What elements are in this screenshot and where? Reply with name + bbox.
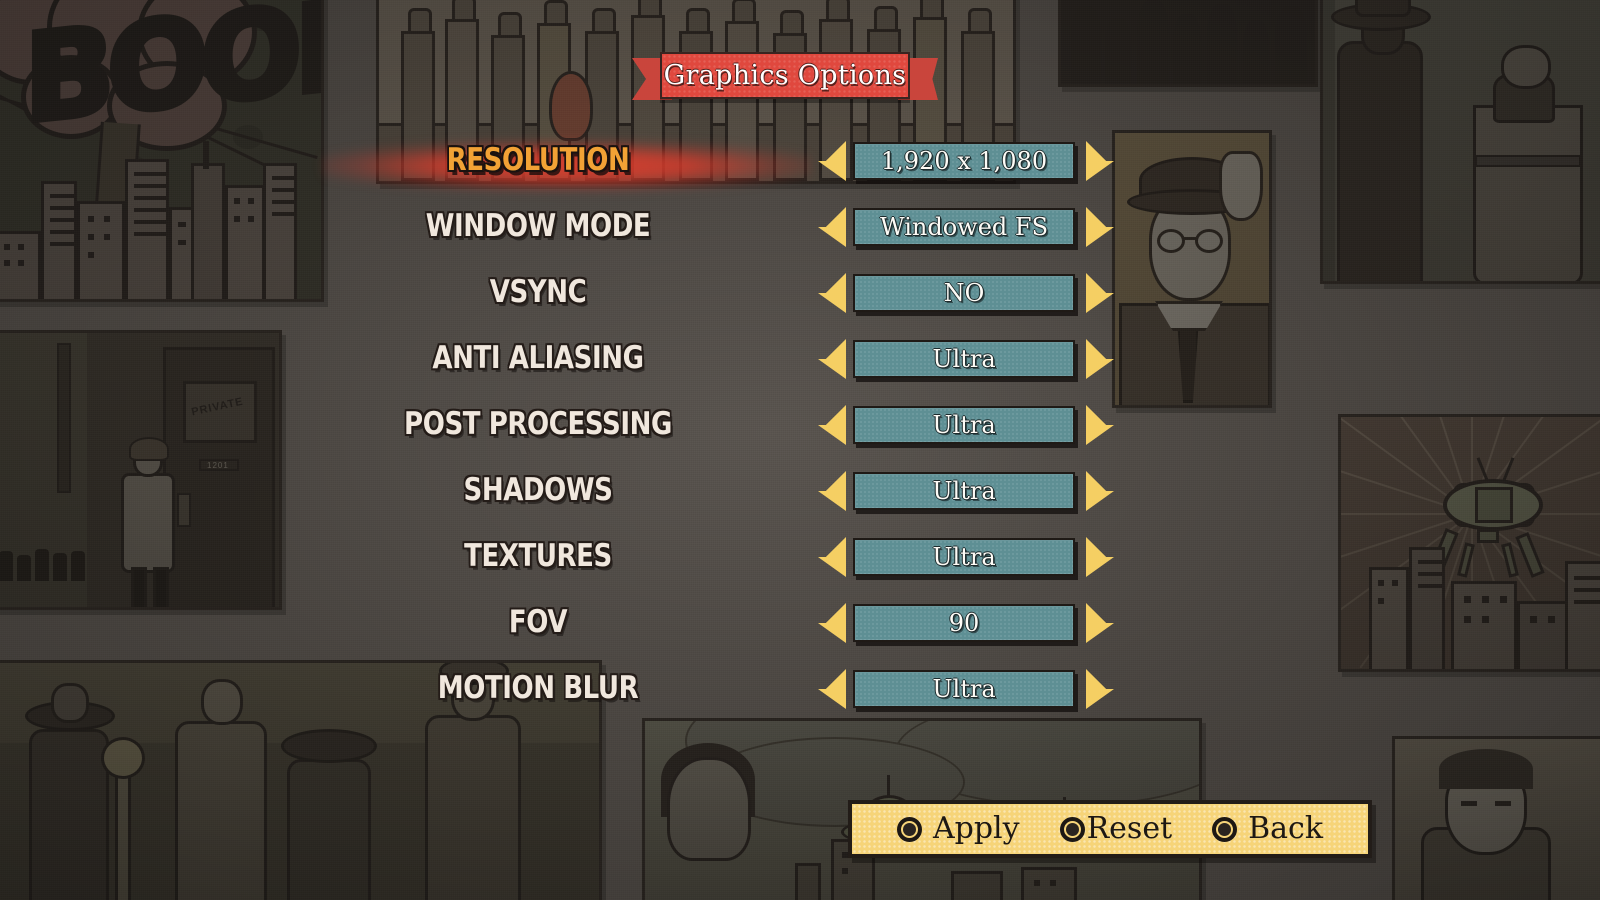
setting-value: Ultra xyxy=(932,543,996,571)
setting-row-fov[interactable]: FOV 90 xyxy=(0,596,1600,662)
setting-label: RESOLUTION xyxy=(446,142,630,178)
setting-value-box[interactable]: NO xyxy=(853,274,1075,312)
setting-value: Ultra xyxy=(932,675,996,703)
setting-row-anti-aliasing[interactable]: ANTI ALIASING Ultra xyxy=(0,332,1600,398)
setting-row-post-processing[interactable]: POST PROCESSING Ultra xyxy=(0,398,1600,464)
setting-value: 90 xyxy=(948,609,980,637)
graphics-options-menu: Graphics Options RESOLUTION 1,920 x 1,080… xyxy=(0,0,1600,900)
setting-label: WINDOW MODE xyxy=(425,208,651,244)
right-arrow-icon[interactable] xyxy=(1086,273,1114,313)
setting-value: Ultra xyxy=(932,345,996,373)
right-arrow-icon[interactable] xyxy=(1086,471,1114,511)
page-title: Graphics Options xyxy=(663,60,907,91)
setting-row-resolution[interactable]: RESOLUTION 1,920 x 1,080 xyxy=(0,134,1600,200)
back-button[interactable]: Back xyxy=(1212,814,1323,844)
setting-value-box[interactable]: Ultra xyxy=(853,406,1075,444)
title-ribbon: Graphics Options xyxy=(632,52,938,106)
left-arrow-icon[interactable] xyxy=(818,339,846,379)
back-button-label: Back xyxy=(1248,811,1324,846)
reset-button[interactable]: Reset xyxy=(1059,811,1173,846)
left-arrow-icon[interactable] xyxy=(818,405,846,445)
setting-value: Ultra xyxy=(932,411,996,439)
left-arrow-icon[interactable] xyxy=(818,141,846,181)
action-button-bar: Apply Reset Back xyxy=(848,800,1372,858)
apply-button[interactable]: Apply xyxy=(896,811,1020,846)
left-arrow-icon[interactable] xyxy=(818,537,846,577)
left-arrow-icon[interactable] xyxy=(818,603,846,643)
setting-row-window-mode[interactable]: WINDOW MODE Windowed FS xyxy=(0,200,1600,266)
right-arrow-icon[interactable] xyxy=(1086,207,1114,247)
reset-button-label: Reset xyxy=(1086,811,1173,846)
setting-row-textures[interactable]: TEXTURES Ultra xyxy=(0,530,1600,596)
radio-filled-icon xyxy=(1059,816,1085,842)
radio-filled-icon xyxy=(896,816,922,842)
setting-value-box[interactable]: 90 xyxy=(853,604,1075,642)
title-banner: Graphics Options xyxy=(660,52,910,99)
setting-row-vsync[interactable]: VSYNC NO xyxy=(0,266,1600,332)
setting-value: NO xyxy=(943,279,985,307)
setting-value: Windowed FS xyxy=(879,213,1049,241)
settings-list: RESOLUTION 1,920 x 1,080 WINDOW MODE Window… xyxy=(0,134,1600,728)
left-arrow-icon[interactable] xyxy=(818,471,846,511)
setting-row-shadows[interactable]: SHADOWS Ultra xyxy=(0,464,1600,530)
setting-value-box[interactable]: 1,920 x 1,080 xyxy=(853,142,1075,180)
right-arrow-icon[interactable] xyxy=(1086,405,1114,445)
right-arrow-icon[interactable] xyxy=(1086,141,1114,181)
setting-label: POST PROCESSING xyxy=(404,406,672,442)
setting-label: VSYNC xyxy=(489,274,587,310)
setting-label: ANTI ALIASING xyxy=(432,340,644,376)
right-arrow-icon[interactable] xyxy=(1086,339,1114,379)
setting-value-box[interactable]: Ultra xyxy=(853,670,1075,708)
setting-label: SHADOWS xyxy=(463,472,613,508)
radio-filled-icon xyxy=(1212,816,1238,842)
setting-label: MOTION BLUR xyxy=(437,670,639,706)
left-arrow-icon[interactable] xyxy=(818,207,846,247)
setting-label: TEXTURES xyxy=(464,538,612,574)
setting-value-box[interactable]: Ultra xyxy=(853,538,1075,576)
setting-value-box[interactable]: Windowed FS xyxy=(853,208,1075,246)
setting-value: 1,920 x 1,080 xyxy=(880,147,1048,175)
setting-value: Ultra xyxy=(932,477,996,505)
right-arrow-icon[interactable] xyxy=(1086,537,1114,577)
setting-value-box[interactable]: Ultra xyxy=(853,340,1075,378)
right-arrow-icon[interactable] xyxy=(1086,603,1114,643)
setting-label: FOV xyxy=(508,604,568,640)
apply-button-label: Apply xyxy=(932,811,1020,846)
left-arrow-icon[interactable] xyxy=(818,669,846,709)
setting-value-box[interactable]: Ultra xyxy=(853,472,1075,510)
left-arrow-icon[interactable] xyxy=(818,273,846,313)
right-arrow-icon[interactable] xyxy=(1086,669,1114,709)
setting-row-motion-blur[interactable]: MOTION BLUR Ultra xyxy=(0,662,1600,728)
